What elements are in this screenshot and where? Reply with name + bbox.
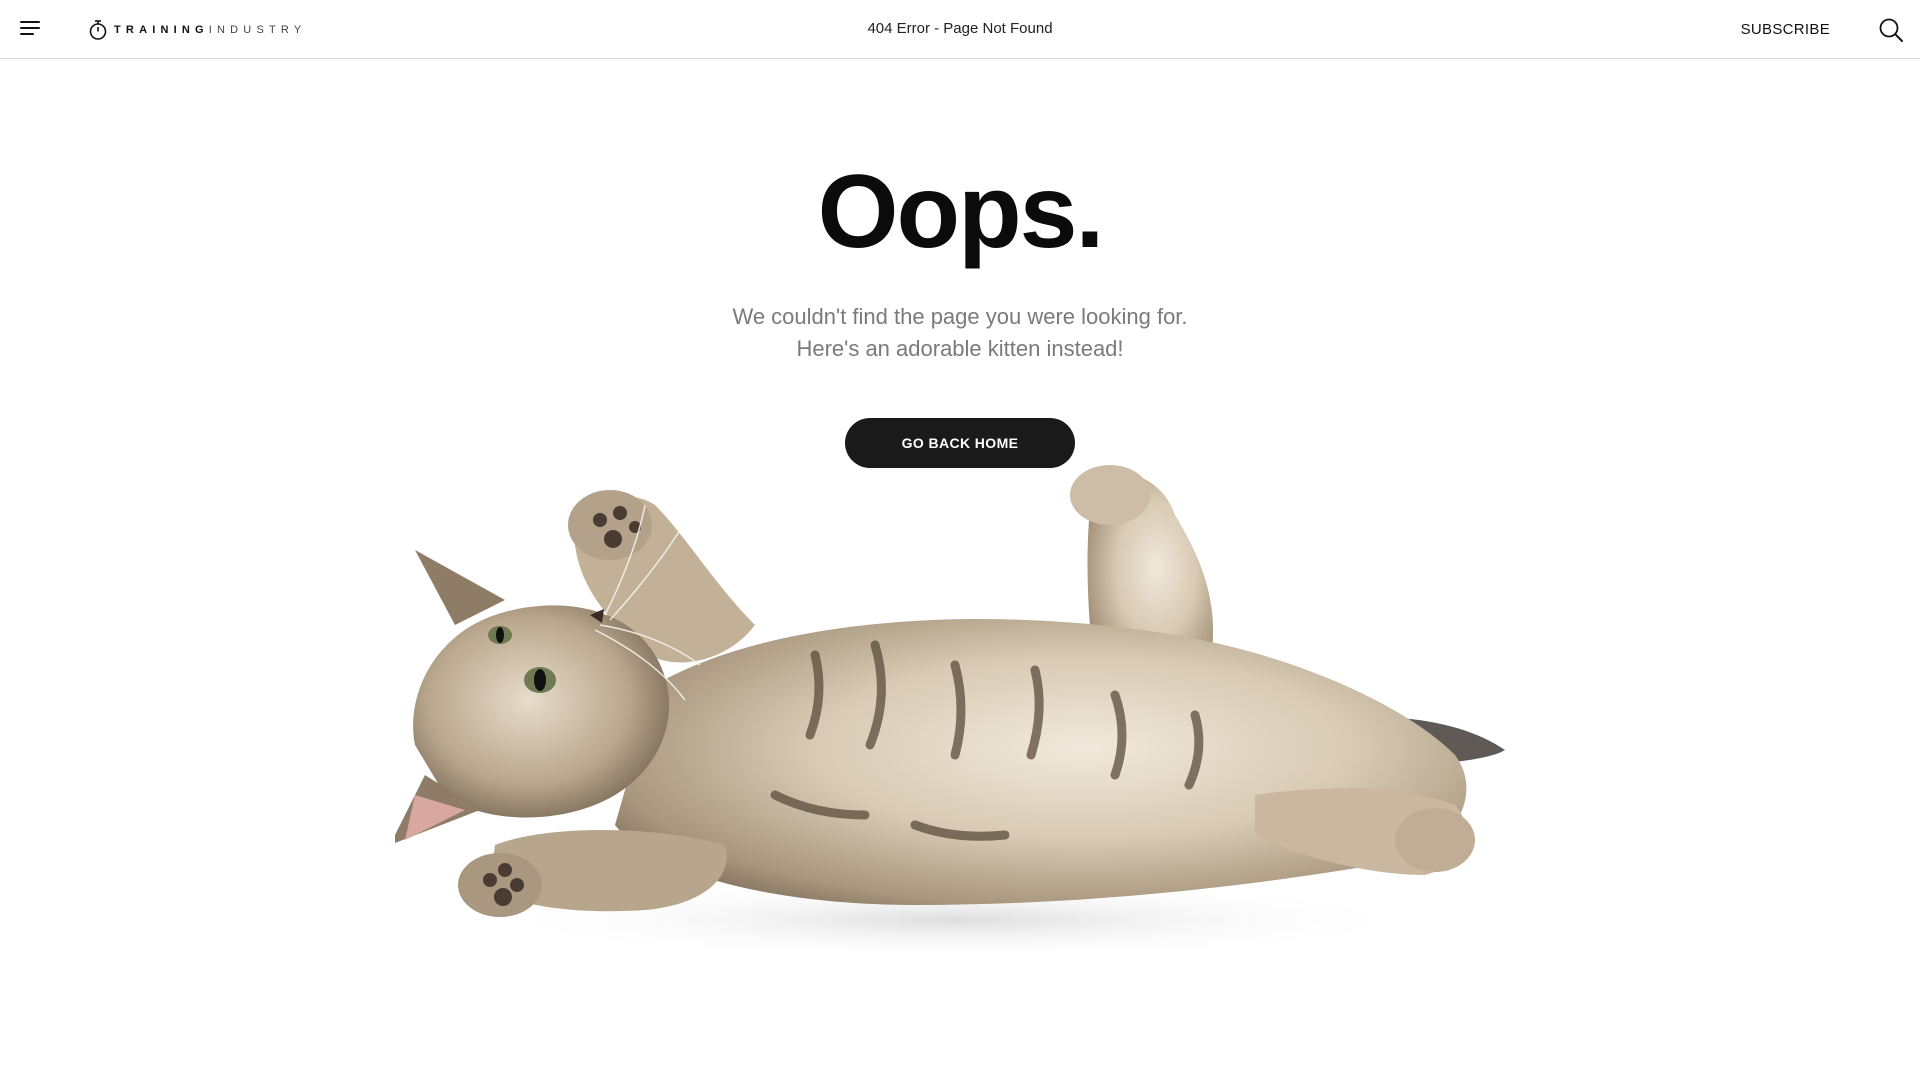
error-message: We couldn't find the page you were looki… bbox=[0, 301, 1920, 365]
error-heading: Oops. bbox=[817, 154, 1105, 270]
kitten-image bbox=[395, 465, 1505, 960]
search-icon[interactable] bbox=[1878, 17, 1904, 43]
top-navigation-bar: TRAINING INDUSTRY 404 Error - Page Not F… bbox=[0, 0, 1920, 59]
page-title: 404 Error - Page Not Found bbox=[867, 20, 1053, 37]
error-message-line-1: We couldn't find the page you were looki… bbox=[732, 304, 1188, 329]
subscribe-link[interactable]: SUBSCRIBE bbox=[1741, 21, 1830, 38]
go-back-home-button[interactable]: GO BACK HOME bbox=[845, 418, 1075, 468]
error-message-line-2: Here's an adorable kitten instead! bbox=[796, 336, 1124, 361]
